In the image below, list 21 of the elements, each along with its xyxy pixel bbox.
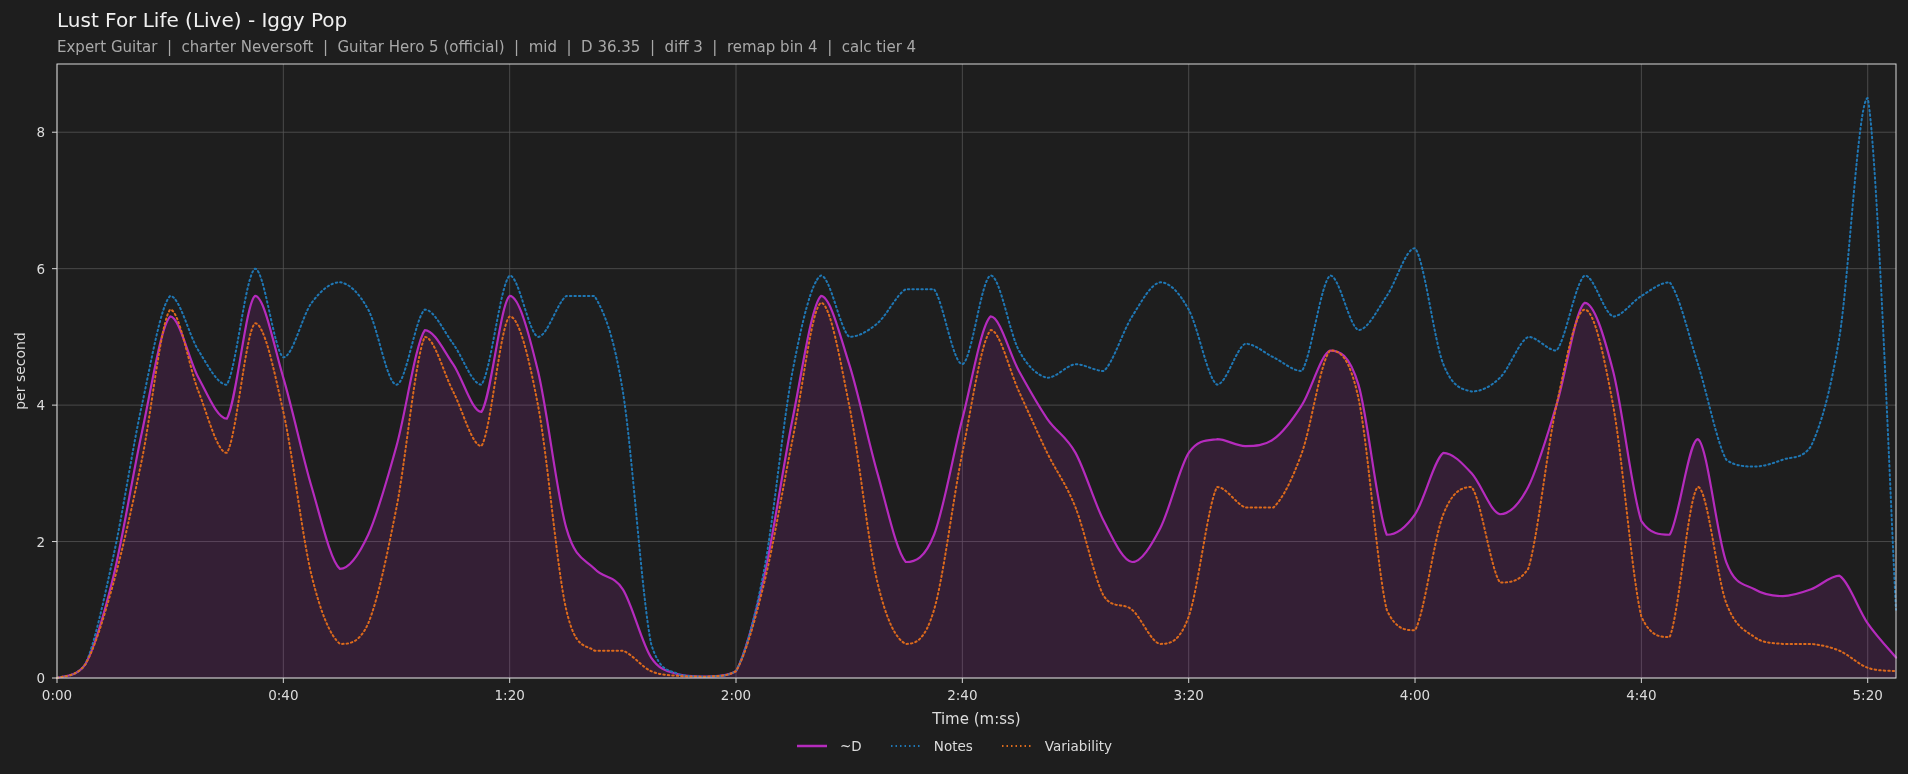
legend-label: ~D [840, 738, 862, 754]
x-tick-label: 3:20 [1173, 687, 1204, 703]
chart-subtitle: Expert Guitar | charter Neversoft | Guitar Hero 5 (official) | mid | D 36.35 | diff 3 | remap bin 4 | calc tier 4 [57, 38, 918, 56]
y-tick-label: 6 [36, 260, 45, 277]
legend-label: Variability [1044, 738, 1112, 754]
x-axis-title: Time (m:ss) [932, 710, 1021, 728]
legend-label: Notes [933, 738, 973, 754]
y-tick-label: 4 [36, 397, 45, 414]
x-tick-label: 2:40 [947, 687, 978, 703]
x-tick-label: 4:40 [1626, 687, 1657, 703]
x-tick-label: 0:00 [41, 687, 73, 703]
x-tick-label: 1:20 [494, 687, 525, 703]
x-tick-label: 2:00 [720, 687, 752, 703]
y-axis-title: per second [12, 332, 28, 410]
chart-title: Lust For Life (Live) - Iggy Pop [57, 8, 349, 32]
x-tick-label: 4:00 [1399, 687, 1431, 703]
y-tick-label: 0 [36, 670, 45, 686]
x-tick-label: 0:40 [268, 687, 299, 703]
x-tick-label: 5:20 [1852, 687, 1883, 703]
y-tick-label: 2 [36, 533, 45, 550]
y-tick-label: 8 [36, 124, 45, 141]
